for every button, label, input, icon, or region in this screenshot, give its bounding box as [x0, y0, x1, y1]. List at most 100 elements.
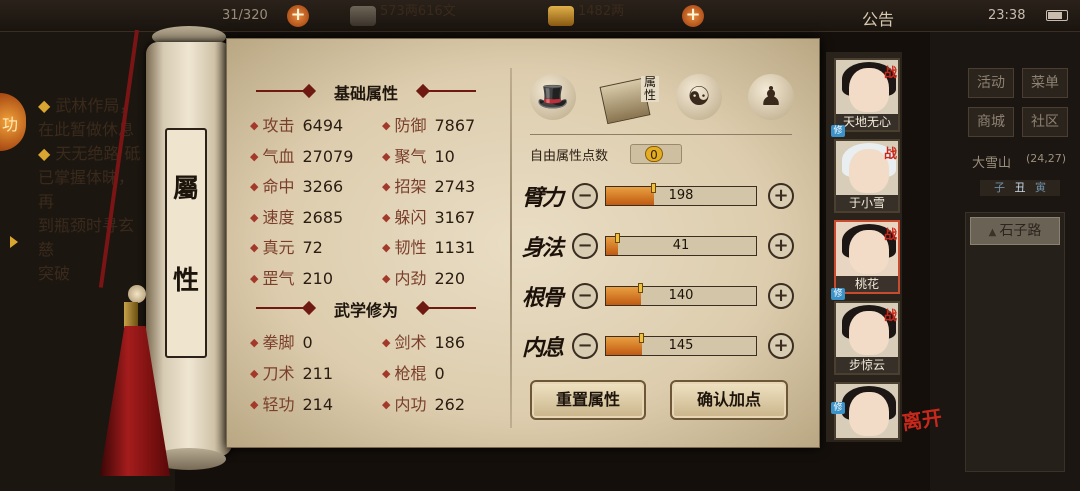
- free-points-value: 0: [645, 146, 663, 162]
- add-gold-button[interactable]: +: [682, 5, 704, 27]
- inner-breath-plus-button[interactable]: +: [768, 333, 794, 359]
- battle-badge: 战: [883, 228, 897, 243]
- skill-internal: ◆ 内功 262: [382, 395, 466, 414]
- character-name: 天地无心: [836, 114, 898, 130]
- strength-label: 臂力: [522, 186, 564, 211]
- basic-attributes-title: 基础属性: [333, 84, 398, 103]
- stat-parry: ◆ 招架 2743: [382, 177, 476, 196]
- quest-line: 突破: [38, 264, 71, 283]
- stat-hp: ◆ 气血 27079: [250, 146, 354, 166]
- stat-toughness: ◆ 韧性 1131: [382, 238, 476, 257]
- header-ornament-left: [256, 307, 308, 309]
- road-panel: [965, 212, 1065, 472]
- money-icon: [350, 6, 376, 26]
- agility-label: 身法: [522, 236, 564, 261]
- quest-line[interactable]: ◆ 天无绝路 砥: [38, 140, 148, 164]
- active-tab-label: 属性: [641, 76, 659, 102]
- battle-badge: 战: [883, 66, 897, 81]
- notice-button[interactable]: 公告: [862, 6, 894, 30]
- strength-value: 198: [668, 188, 694, 203]
- constitution-label: 根骨: [522, 286, 564, 311]
- money-value: 573两616文: [380, 4, 456, 19]
- leave-button[interactable]: 离开: [901, 405, 944, 434]
- attribute-book-icon[interactable]: 属性: [599, 72, 661, 125]
- skill-lightness: ◆ 轻功 214: [250, 395, 334, 414]
- quest-line[interactable]: ◆ 武林作局，: [38, 92, 148, 116]
- clock-time: 23:38: [988, 8, 1026, 23]
- header-ornament-right: [424, 90, 476, 92]
- character-card[interactable]: 战 步惊云: [834, 301, 900, 375]
- activity-button[interactable]: 活动: [968, 68, 1014, 98]
- stat-inner-force: ◆ 内劲 220: [382, 268, 466, 288]
- character-card-selected[interactable]: 战 桃花: [834, 220, 900, 294]
- stat-defense: ◆ 防御 7867: [382, 116, 476, 135]
- character-card[interactable]: 战 于小雪: [834, 139, 900, 213]
- quest-line: 在此暂做休息: [38, 120, 135, 139]
- location-name: 大雪山: [972, 156, 1012, 171]
- inner-breath-minus-button[interactable]: −: [572, 333, 598, 359]
- cultivate-tag: 修: [831, 125, 845, 137]
- battle-badge: 战: [883, 309, 897, 324]
- add-food-button[interactable]: +: [287, 5, 309, 27]
- hat-icon[interactable]: 🎩: [530, 74, 576, 120]
- stat-dodge: ◆ 躲闪 3167: [382, 207, 476, 227]
- tassel-cap: [124, 302, 138, 328]
- skill-tab-glyph: 功: [2, 115, 19, 134]
- stat-gang-qi: ◆ 罡气 210: [250, 268, 334, 288]
- strength-bar[interactable]: 198: [605, 183, 757, 206]
- inner-breath-value: 145: [668, 338, 694, 353]
- strength-minus-button[interactable]: −: [572, 183, 598, 209]
- cultivate-tag: 修: [831, 402, 845, 414]
- inner-breath-bar[interactable]: 145: [605, 333, 757, 356]
- battle-badge: 战: [883, 147, 897, 162]
- time-marks: 子 丑 寅: [980, 180, 1060, 196]
- agility-minus-button[interactable]: −: [572, 233, 598, 259]
- food-value: 31/320: [222, 8, 268, 23]
- martial-left: ◆ 拳脚 0 ◆ 刀术 211 ◆ 轻功 214: [250, 329, 333, 422]
- stat-true-essence: ◆ 真元 72: [250, 238, 323, 257]
- agility-value: 41: [672, 238, 690, 253]
- martial-cultivation-title: 武学修为: [333, 301, 398, 320]
- battery-icon: [1046, 10, 1068, 21]
- scroll-title-bottom: 性: [172, 266, 199, 296]
- quest-line: 已掌握体昧，再: [38, 168, 135, 211]
- basic-attributes-left: ◆ 攻击 6494 ◆ 气血 27079 ◆ 命中 3266 ◆ 速度 2685 ◆ 真元 72 ◆…: [250, 112, 353, 295]
- quest-line: 到瓶颈时寻玄慈: [38, 216, 135, 259]
- skill-blade: ◆ 刀术 211: [250, 364, 334, 383]
- tassel-bead: [128, 285, 146, 303]
- header-ornament-right: [424, 307, 476, 309]
- basic-attributes-right: ◆ 防御 7867 ◆ 聚气 10 ◆ 招架 2743 ◆ 躲闪 3167 ◆ 韧性 1131 ◆ 内…: [382, 112, 475, 295]
- skill-sword: ◆ 剑术 186: [382, 333, 466, 352]
- yinyang-icon[interactable]: ☯: [676, 74, 722, 120]
- road-button[interactable]: ▲ 石子路: [970, 217, 1060, 245]
- stat-attack: ◆ 攻击 6494: [250, 116, 344, 135]
- location-coords: (24,27): [1026, 152, 1067, 165]
- portrait: [849, 392, 889, 436]
- meridian-figure-icon[interactable]: ♟: [748, 74, 794, 120]
- shop-button[interactable]: 商城: [968, 107, 1014, 137]
- confirm-points-button[interactable]: 确认加点: [670, 380, 788, 420]
- menu-button[interactable]: 菜单: [1022, 68, 1068, 98]
- skill-spear: ◆ 枪棍 0: [382, 364, 445, 383]
- expand-arrow-icon[interactable]: [10, 236, 18, 248]
- agility-bar[interactable]: 41: [605, 233, 757, 256]
- tab-underline: [530, 134, 792, 135]
- gold-value: 1482两: [578, 4, 625, 19]
- gold-ingot-icon: [548, 6, 574, 26]
- constitution-minus-button[interactable]: −: [572, 283, 598, 309]
- stat-speed: ◆ 速度 2685: [250, 207, 344, 227]
- strength-plus-button[interactable]: +: [768, 183, 794, 209]
- header-ornament-left: [256, 90, 308, 92]
- character-name: 桃花: [836, 276, 898, 292]
- martial-right: ◆ 剑术 186 ◆ 枪棍 0 ◆ 内功 262: [382, 329, 465, 422]
- character-card[interactable]: 战 天地无心: [834, 58, 900, 132]
- constitution-plus-button[interactable]: +: [768, 283, 794, 309]
- constitution-bar[interactable]: 140: [605, 283, 757, 306]
- reset-attributes-button[interactable]: 重置属性: [530, 380, 646, 420]
- inner-breath-label: 内息: [522, 336, 564, 361]
- community-button[interactable]: 社区: [1022, 107, 1068, 137]
- agility-plus-button[interactable]: +: [768, 233, 794, 259]
- quest-list: ◆ 武林作局， 在此暂做休息 ◆ 天无绝路 砥 已掌握体昧，再 到瓶颈时寻玄慈 …: [38, 92, 148, 284]
- free-points-label: 自由属性点数: [530, 149, 609, 164]
- cultivate-tag: 修: [831, 288, 845, 300]
